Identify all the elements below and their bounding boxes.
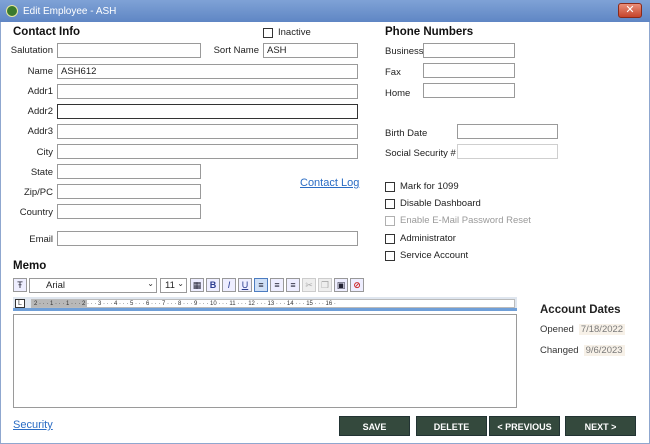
bold-icon[interactable]: B [206,278,220,292]
opened-row: Opened 7/18/2022 [540,324,626,335]
name-field[interactable]: ASH612 [57,64,358,79]
enable-email-reset-label: Enable E-Mail Password Reset [400,215,531,226]
changed-value: 9/6/2023 [583,345,625,356]
addr3-label: Addr3 [27,126,53,137]
email-label: Email [29,234,53,245]
font-family-value: Arial [46,279,66,291]
font-size-select[interactable]: 11 ⌄ [160,277,187,293]
font-family-select[interactable]: Arial ⌄ [29,277,157,293]
memo-title: Memo [13,260,47,272]
country-label: Country [19,207,53,218]
contact-info-title: Contact Info [13,26,81,38]
enable-email-reset-box [385,215,395,226]
business-field[interactable] [423,43,515,58]
mark-1099-checkbox[interactable]: Mark for 1099 [385,181,459,192]
align-left-icon[interactable]: ≡ [254,278,268,292]
window-title: Edit Employee - ASH [23,5,117,17]
sortname-field[interactable]: ASH [263,43,358,58]
chevron-down-icon: ⌄ [177,278,184,288]
tab-marker-icon[interactable]: L [15,299,25,308]
chevron-down-icon: ⌄ [147,278,154,288]
contact-log-link[interactable]: Contact Log [300,177,359,189]
home-label: Home [385,88,411,99]
birth-date-field[interactable] [457,124,558,139]
mark-1099-box[interactable] [385,181,395,192]
underline-icon[interactable]: U [238,278,252,292]
addr2-label: Addr2 [27,106,53,117]
italic-icon[interactable]: I [222,278,236,292]
zip-field[interactable] [57,184,201,199]
administrator-box[interactable] [385,233,395,244]
paste-icon[interactable]: ▣ [334,278,348,292]
save-button[interactable]: SAVE [339,416,410,436]
service-account-checkbox[interactable]: Service Account [385,250,468,261]
addr1-label: Addr1 [27,86,53,97]
sortname-label: Sort Name [213,45,259,56]
inactive-checkbox-box[interactable] [263,27,273,38]
opened-value: 7/18/2022 [578,324,626,335]
font-style-icon[interactable]: Ŧ [13,278,27,292]
opened-label: Opened [540,324,574,335]
memo-ruler: L 2 · · · 1 · · · 1 · · · 2 · · · 3 · · … [13,297,517,311]
inactive-label: Inactive [278,27,311,38]
disable-dashboard-label: Disable Dashboard [400,198,481,209]
email-field[interactable] [57,231,358,246]
security-link[interactable]: Security [13,419,53,431]
service-account-box[interactable] [385,250,395,261]
inactive-checkbox[interactable]: Inactive [263,27,311,38]
next-button[interactable]: NEXT > [565,416,636,436]
administrator-label: Administrator [400,233,456,244]
disable-dashboard-checkbox[interactable]: Disable Dashboard [385,198,481,209]
changed-row: Changed 9/6/2023 [540,345,625,356]
fax-field[interactable] [423,63,515,78]
service-account-label: Service Account [400,250,469,261]
addr2-field[interactable] [57,104,358,119]
salutation-field[interactable] [57,43,201,58]
country-field[interactable] [57,204,201,219]
app-icon [6,5,18,17]
disable-dashboard-box[interactable] [385,198,395,209]
toolbar-format-icon[interactable]: ▦ [190,278,204,292]
salutation-label: Salutation [10,45,53,56]
previous-button[interactable]: < PREVIOUS [489,416,560,436]
home-field[interactable] [423,83,515,98]
changed-label: Changed [540,345,579,356]
phone-numbers-title: Phone Numbers [385,26,474,38]
name-label: Name [27,66,53,77]
align-right-icon[interactable]: ≡ [286,278,300,292]
addr1-field[interactable] [57,84,358,99]
ssn-label: Social Security # [385,148,456,159]
memo-toolbar: Ŧ Arial ⌄ 11 ⌄ ▦ B I U ≡ ≡ ≡ ✂ ❐ ▣ ⊘ [13,277,517,293]
cut-icon[interactable]: ✂ [302,278,316,292]
account-dates-title: Account Dates [540,304,621,316]
clear-format-icon[interactable]: ⊘ [350,278,364,292]
addr3-field[interactable] [57,124,358,139]
state-field[interactable] [57,164,201,179]
city-label: City [36,147,53,158]
state-label: State [30,167,53,178]
ruler-scale: 2 · · · 1 · · · 1 · · · 2 · · · 3 · · · … [34,301,336,307]
align-center-icon[interactable]: ≡ [270,278,284,292]
birth-date-label: Birth Date [385,128,428,139]
zip-label: Zip/PC [23,187,53,198]
business-label: Business [385,46,424,57]
font-size-value: 11 [165,279,175,291]
delete-button[interactable]: DELETE [416,416,487,436]
close-button[interactable]: ✕ [618,3,642,18]
enable-email-reset-checkbox: Enable E-Mail Password Reset [385,215,531,226]
copy-icon[interactable]: ❐ [318,278,332,292]
fax-label: Fax [385,67,401,78]
title-bar: Edit Employee - ASH ✕ [0,0,650,22]
city-field[interactable] [57,144,358,159]
mark-1099-label: Mark for 1099 [400,181,459,192]
administrator-checkbox[interactable]: Administrator [385,233,456,244]
ssn-field[interactable] [457,144,558,159]
ruler-ticks: 2 · · · 1 · · · 1 · · · 2 · · · 3 · · · … [31,299,515,308]
memo-textarea[interactable] [13,314,517,408]
